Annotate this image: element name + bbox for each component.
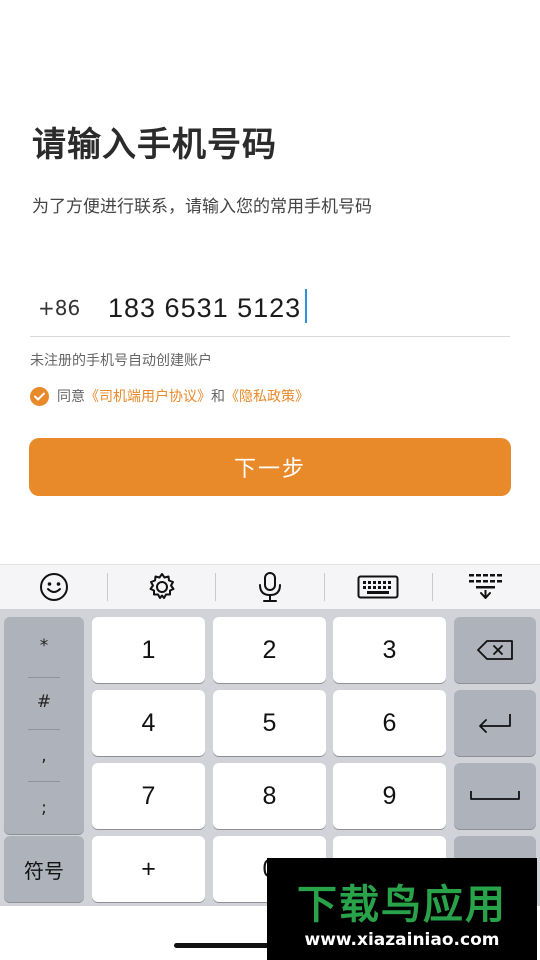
key-4[interactable]: 4 — [92, 690, 205, 756]
agreement-row: 同意 《司机端用户协议》 和 《隐私政策》 — [30, 385, 309, 407]
agreement-checkbox[interactable] — [30, 386, 49, 406]
key-7[interactable]: 7 — [92, 763, 205, 829]
watermark: 下载鸟应用 www.xiazainiao.com — [267, 858, 537, 960]
key-2[interactable]: 2 — [213, 617, 326, 683]
keyboard-switch-button[interactable] — [325, 565, 432, 609]
space-key[interactable] — [454, 763, 536, 829]
phone-value: 183 6531 5123 — [108, 293, 302, 323]
watermark-url: www.xiazainiao.com — [304, 930, 500, 950]
checkmark-icon — [34, 392, 45, 400]
driver-agreement-link[interactable]: 《司机端用户协议》 — [85, 386, 211, 406]
phone-input[interactable]: 183 6531 5123 — [108, 289, 308, 324]
gear-icon — [149, 573, 175, 599]
microphone-icon — [259, 572, 281, 602]
backspace-key[interactable] — [454, 617, 536, 683]
key-9[interactable]: 9 — [333, 763, 446, 829]
key-5[interactable]: 5 — [213, 690, 326, 756]
key-6[interactable]: 6 — [333, 690, 446, 756]
symbol-key-asterisk[interactable]: * — [4, 619, 84, 673]
symbol-key-comma[interactable]: , — [4, 729, 84, 783]
keyboard-toolbar — [0, 564, 540, 609]
watermark-title: 下载鸟应用 — [297, 882, 507, 928]
key-8[interactable]: 8 — [213, 763, 326, 829]
country-code[interactable]: +86 — [38, 296, 80, 320]
key-3[interactable]: 3 — [333, 617, 446, 683]
keyboard-icon — [357, 575, 399, 599]
collapse-keyboard-icon — [469, 574, 503, 599]
symbol-key-hash[interactable]: # — [4, 675, 84, 729]
privacy-policy-link[interactable]: 《隐私政策》 — [225, 386, 309, 406]
agreement-conjunction: 和 — [211, 389, 225, 405]
text-caret — [305, 289, 308, 323]
return-key[interactable] — [454, 690, 536, 756]
symbol-mode-key[interactable]: 符号 — [4, 836, 84, 902]
smiley-icon — [39, 573, 68, 601]
page-title: 请输入手机号码 — [32, 125, 277, 165]
voice-input-button[interactable] — [216, 565, 323, 609]
backspace-icon — [477, 640, 513, 660]
symbol-column[interactable]: * # , ; — [4, 617, 84, 834]
emoji-button[interactable] — [0, 565, 107, 609]
return-icon — [479, 714, 511, 733]
page-subtitle: 为了方便进行联系，请输入您的常用手机号码 — [32, 197, 372, 217]
symbol-key-semicolon[interactable]: ; — [4, 781, 84, 835]
space-icon — [470, 791, 520, 800]
key-1[interactable]: 1 — [92, 617, 205, 683]
phone-input-row[interactable]: +86 183 6531 5123 — [30, 280, 510, 337]
hide-keyboard-button[interactable] — [433, 565, 540, 609]
next-button[interactable]: 下一步 — [29, 438, 511, 496]
register-hint: 未注册的手机号自动创建账户 — [30, 353, 212, 369]
agreement-prefix: 同意 — [57, 389, 85, 405]
plus-key[interactable]: + — [92, 836, 205, 902]
keyboard-settings-button[interactable] — [108, 565, 215, 609]
